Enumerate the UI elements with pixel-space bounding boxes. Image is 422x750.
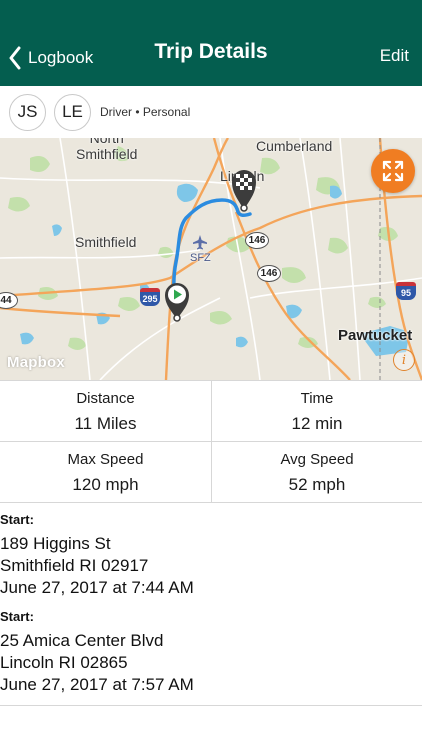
place-pawtucket: Pawtucket <box>338 327 413 344</box>
stat-time: Time 12 min <box>211 381 422 442</box>
start-datetime: June 27, 2017 at 7:44 AM <box>0 578 194 597</box>
participants-row: JS LE Driver • Personal <box>0 86 422 138</box>
back-button[interactable]: Logbook <box>8 44 93 72</box>
start-city: Smithfield RI 02917 <box>0 556 149 575</box>
route-shield-146-north: 146 <box>245 232 269 249</box>
end-heading: Start: <box>0 609 34 624</box>
stat-max-speed: Max Speed 120 mph <box>0 442 211 503</box>
stat-distance-label: Distance <box>76 390 135 407</box>
back-button-label: Logbook <box>28 48 94 67</box>
start-street: 189 Higgins St <box>0 534 111 553</box>
trip-role-label: Driver • Personal <box>100 105 191 119</box>
stat-time-label: Time <box>300 390 334 407</box>
route-shield-i295: 295 <box>140 288 160 306</box>
route-shield-146-south: 146 <box>257 265 281 282</box>
end-datetime: June 27, 2017 at 7:57 AM <box>0 675 194 694</box>
stat-avg-speed: Avg Speed 52 mph <box>211 442 422 503</box>
stat-avg-speed-value: 52 mph <box>288 475 346 494</box>
route-shield-i95: 95 <box>396 282 416 300</box>
start-marker[interactable] <box>164 282 190 322</box>
chevron-left-icon <box>9 46 21 70</box>
place-smithfield: Smithfield <box>75 234 137 250</box>
trip-stats: Distance 11 Miles Time 12 min Max Speed … <box>0 380 422 503</box>
avatar-passenger[interactable]: LE <box>54 93 91 131</box>
checkered-flag-icon <box>232 170 256 212</box>
stat-distance-value: 11 Miles <box>74 414 137 433</box>
stat-avg-speed-label: Avg Speed <box>280 451 354 468</box>
place-airport: SFZ <box>190 252 211 264</box>
end-location: Start: 25 Amica Center Blvd Lincoln RI 0… <box>0 609 194 696</box>
mapbox-logo: Mapbox <box>7 354 65 371</box>
map-info-button[interactable]: i <box>393 349 415 371</box>
place-cumberland: Cumberland <box>256 138 333 154</box>
stat-max-speed-value: 120 mph <box>72 475 139 494</box>
end-marker[interactable] <box>230 168 258 212</box>
end-street: 25 Amica Center Blvd <box>0 631 164 650</box>
avatar-driver[interactable]: JS <box>9 93 46 131</box>
play-icon <box>165 283 189 322</box>
nav-bar: Logbook Trip Details Edit <box>0 0 422 86</box>
stat-distance: Distance 11 Miles <box>0 381 211 442</box>
start-location: Start: 189 Higgins St Smithfield RI 0291… <box>0 512 194 599</box>
end-city: Lincoln RI 02865 <box>0 653 128 672</box>
expand-arrows-icon <box>382 160 404 182</box>
trip-locations: Start: 189 Higgins St Smithfield RI 0291… <box>0 502 422 706</box>
trip-map[interactable]: North Smithfield Cumberland Lincoln Smit… <box>0 138 422 380</box>
airport-icon <box>193 235 207 250</box>
expand-map-button[interactable] <box>371 149 415 193</box>
edit-button[interactable]: Edit <box>380 46 409 66</box>
start-heading: Start: <box>0 512 34 527</box>
stat-time-value: 12 min <box>291 414 343 433</box>
place-north-smithfield: North Smithfield <box>76 138 138 162</box>
stat-max-speed-label: Max Speed <box>67 451 144 468</box>
